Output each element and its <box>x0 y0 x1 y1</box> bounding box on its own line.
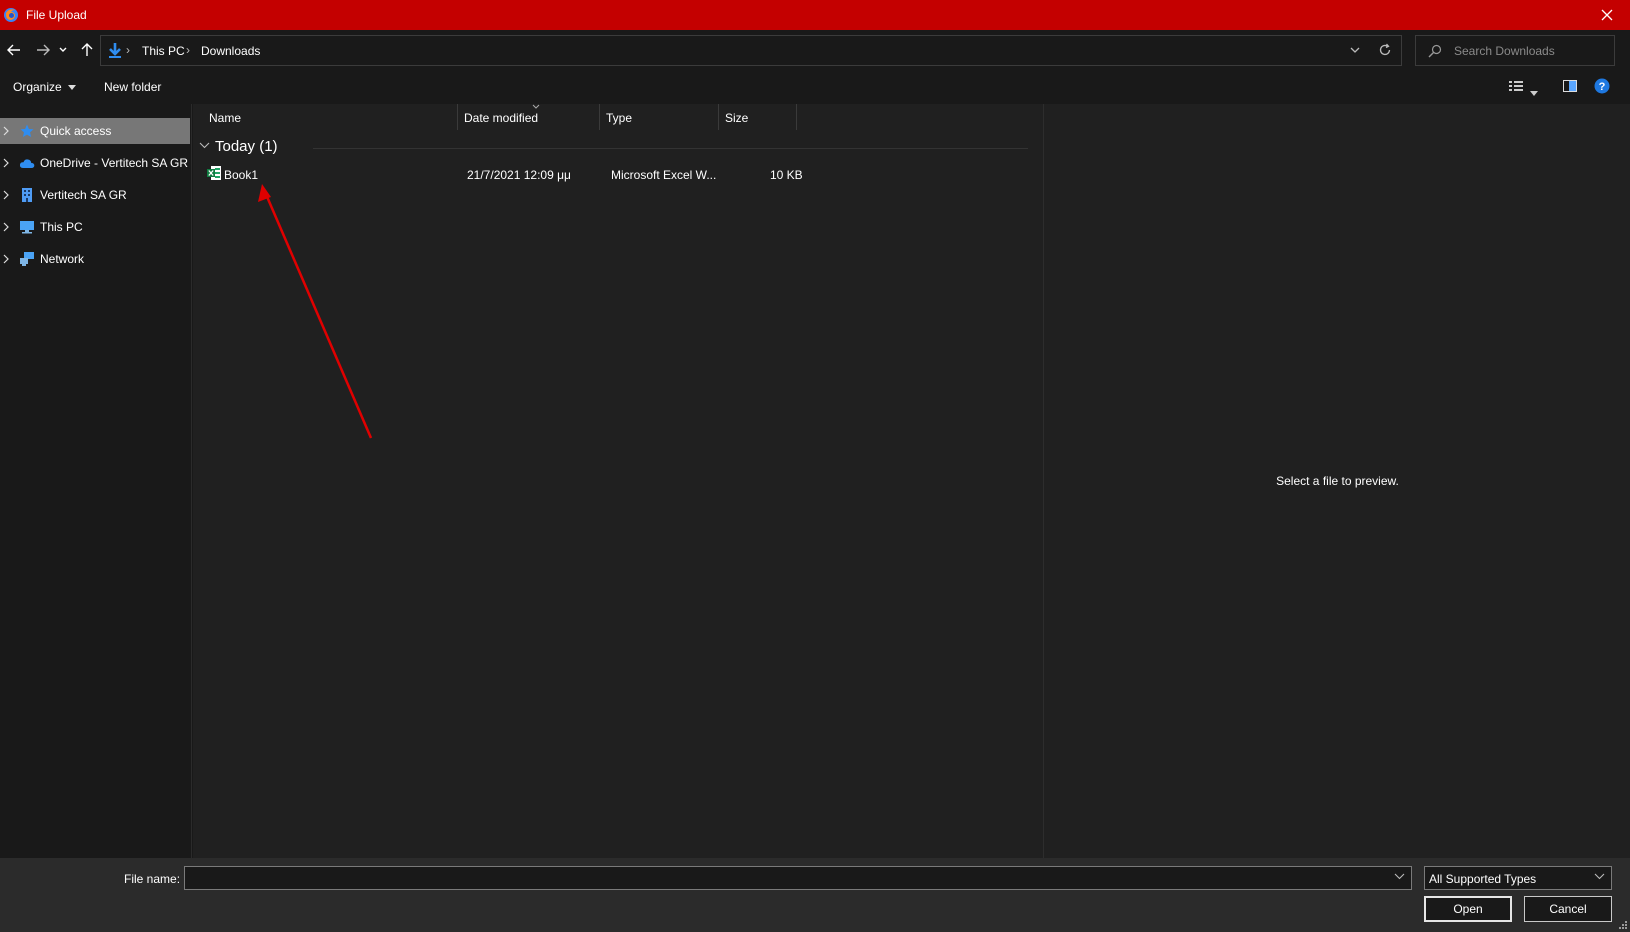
file-type: Microsoft Excel W... <box>611 168 717 182</box>
column-header-label: Type <box>606 111 633 125</box>
cancel-button[interactable]: Cancel <box>1524 896 1612 922</box>
sidebar-item-label: Quick access <box>40 124 112 138</box>
caret-down-icon <box>1530 91 1538 96</box>
file-size: 10 KB <box>770 168 803 182</box>
file-name-input[interactable] <box>189 870 1379 886</box>
address-bar[interactable]: › This PC › Downloads <box>100 35 1402 66</box>
svg-text:?: ? <box>1599 81 1606 93</box>
forward-button[interactable] <box>31 38 55 62</box>
back-button[interactable] <box>2 38 26 62</box>
view-menu-dropdown[interactable] <box>1530 85 1538 99</box>
search-icon <box>1428 44 1442 58</box>
close-button[interactable] <box>1584 0 1630 30</box>
file-date-modified: 21/7/2021 12:09 μμ <box>467 168 571 182</box>
caret-down-icon <box>68 85 77 91</box>
arrow-left-icon <box>7 44 20 56</box>
sidebar-item-label: Network <box>40 252 85 266</box>
chevron-right-icon <box>3 222 9 232</box>
resize-grip-icon[interactable] <box>1618 920 1628 930</box>
sidebar-item-label: Vertitech SA GR <box>40 188 127 202</box>
cloud-icon <box>19 159 35 168</box>
chevron-right-icon <box>3 254 9 264</box>
column-header-type[interactable]: Type <box>600 104 719 130</box>
group-divider <box>313 148 1028 149</box>
organize-button[interactable]: Organize <box>13 80 77 94</box>
chevron-down-icon <box>1594 873 1605 880</box>
window-title: File Upload <box>26 8 87 22</box>
sidebar-item-this-pc[interactable]: This PC <box>0 214 190 240</box>
chevron-right-icon <box>3 158 9 168</box>
arrow-right-icon <box>37 44 50 56</box>
chevron-down-icon[interactable] <box>1394 873 1405 880</box>
file-type-select[interactable]: All Supported Types <box>1424 866 1612 890</box>
preview-pane-icon <box>1563 80 1577 92</box>
column-header-name[interactable]: Name <box>203 104 458 130</box>
file-name-combobox[interactable] <box>184 866 1412 890</box>
arrow-up-icon <box>81 43 93 56</box>
refresh-icon[interactable] <box>1377 42 1393 58</box>
help-icon: ? <box>1594 78 1610 94</box>
column-header-label: Name <box>209 111 242 125</box>
address-row: › This PC › Downloads <box>0 30 1630 72</box>
preview-pane: Select a file to preview. <box>1043 104 1630 858</box>
excel-file-icon <box>207 166 221 180</box>
breadcrumb-separator: › <box>186 43 190 57</box>
group-label: Today (1) <box>215 138 278 155</box>
preview-message: Select a file to preview. <box>1276 474 1399 488</box>
building-icon <box>22 188 32 202</box>
file-row-book1[interactable]: Book1 21/7/2021 12:09 μμ Microsoft Excel… <box>199 162 999 186</box>
group-header-today[interactable]: Today (1) <box>199 137 1029 157</box>
downloads-icon <box>109 43 121 58</box>
column-header-label: Size <box>725 111 749 125</box>
up-button[interactable] <box>75 38 99 62</box>
command-bar: Organize New folder ? <box>0 72 1630 104</box>
open-button[interactable]: Open <box>1424 896 1512 922</box>
sidebar-item-label: OneDrive - Vertitech SA GR <box>40 156 189 170</box>
details-view-icon <box>1509 81 1523 91</box>
chevron-down-icon[interactable] <box>1349 44 1361 56</box>
sidebar-item-onedrive[interactable]: OneDrive - Vertitech SA GR <box>0 150 190 176</box>
chevron-down-icon <box>199 142 210 149</box>
breadcrumb-downloads[interactable]: Downloads <box>201 44 260 58</box>
preview-pane-button[interactable] <box>1562 78 1578 97</box>
column-header-size[interactable]: Size <box>719 104 797 130</box>
chevron-right-icon <box>3 126 9 136</box>
firefox-icon <box>4 8 18 22</box>
sidebar-item-network[interactable]: Network <box>0 246 190 272</box>
dialog-footer: File name: All Supported Types Open Canc… <box>0 858 1630 932</box>
file-name-label: File name: <box>124 872 181 886</box>
sidebar-item-quick-access[interactable]: Quick access <box>0 118 190 144</box>
new-folder-button[interactable]: New folder <box>104 80 161 94</box>
help-button[interactable]: ? <box>1594 78 1610 97</box>
organize-label: Organize <box>13 80 62 94</box>
title-bar: File Upload <box>0 0 1630 30</box>
column-header-date-modified[interactable]: Date modified <box>458 104 600 130</box>
search-box[interactable] <box>1415 35 1615 66</box>
breadcrumb-this-pc[interactable]: This PC <box>142 44 185 58</box>
navigation-pane: Quick access OneDrive - Vertitech SA GR … <box>0 104 192 858</box>
computer-icon <box>20 221 34 234</box>
file-type-selected: All Supported Types <box>1429 872 1537 886</box>
breadcrumb-separator: › <box>126 43 130 57</box>
view-options-button[interactable] <box>1508 78 1524 97</box>
sidebar-item-label: This PC <box>40 220 83 234</box>
file-name: Book1 <box>224 168 259 182</box>
star-icon <box>20 124 34 137</box>
recent-locations-button[interactable] <box>55 38 71 62</box>
column-header-label: Date modified <box>464 111 539 125</box>
chevron-down-icon <box>59 47 67 52</box>
close-icon <box>1601 9 1613 21</box>
file-list: Name Date modified Type Size Today (1) B… <box>193 104 1043 858</box>
network-icon <box>20 252 34 266</box>
chevron-right-icon <box>3 190 9 200</box>
sidebar-item-vertitech[interactable]: Vertitech SA GR <box>0 182 190 208</box>
search-input[interactable] <box>1454 42 1604 60</box>
